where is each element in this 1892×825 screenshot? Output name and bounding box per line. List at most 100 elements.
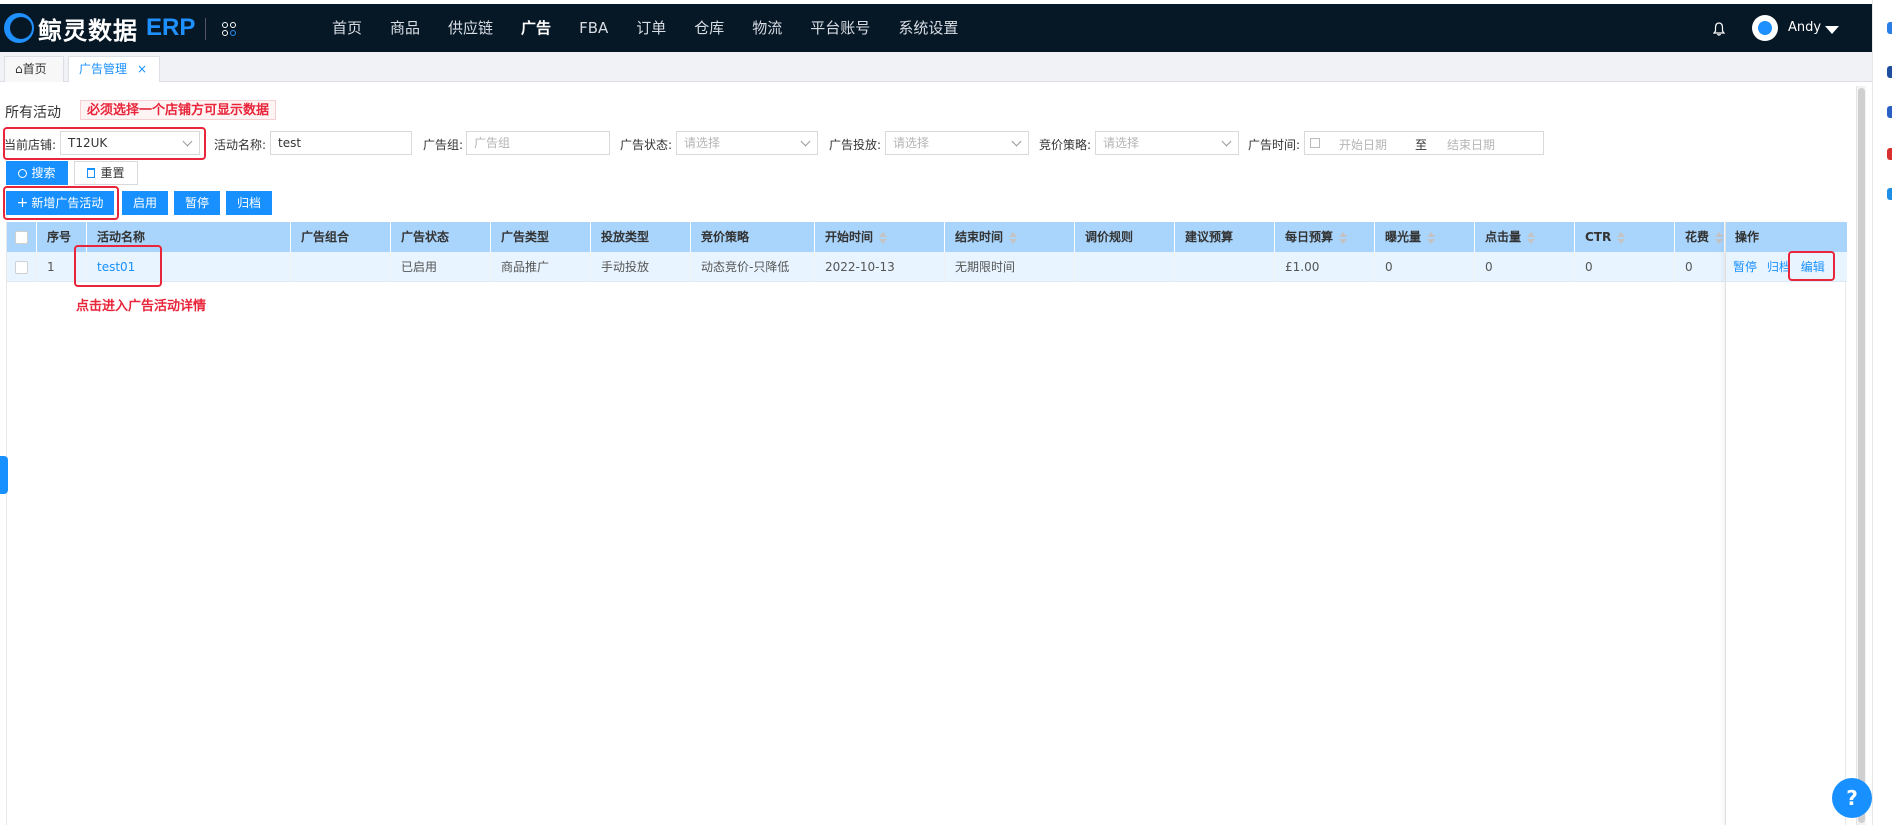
page-title: 所有活动	[5, 105, 61, 121]
cell-bid-strategy: 动态竞价-只降低	[691, 252, 815, 282]
search-button[interactable]: 搜索	[6, 161, 68, 185]
ad-group-input[interactable]: 广告组	[466, 131, 610, 155]
cell-index: 1	[37, 252, 87, 282]
col-bid-strategy: 竞价策略	[691, 222, 815, 252]
side-toolbar	[1872, 0, 1892, 825]
ad-delivery-select[interactable]: 请选择	[885, 131, 1029, 155]
ad-status-placeholder: 请选择	[684, 136, 721, 150]
col-ctr[interactable]: CTR	[1575, 222, 1675, 252]
col-spend[interactable]: 花费	[1675, 222, 1725, 252]
tab-label: 广告管理	[79, 62, 128, 76]
col-campaign-name: 活动名称	[87, 222, 291, 252]
nav-item-home[interactable]: 首页	[318, 4, 376, 52]
chevron-down-icon	[800, 136, 811, 147]
col-end-time-label: 结束时间	[955, 230, 1004, 244]
cell-start-time: 2022-10-13	[815, 252, 945, 282]
sort-icon[interactable]	[1009, 232, 1018, 244]
tab-ad-management[interactable]: 广告管理 ×	[68, 56, 160, 82]
archive-button[interactable]: 归档	[226, 191, 272, 215]
nav-item-platform-accounts[interactable]: 平台账号	[796, 4, 884, 52]
reset-button[interactable]: 重置	[74, 161, 138, 185]
enable-button[interactable]: 启用	[122, 191, 168, 215]
brand-suffix: ERP	[146, 14, 196, 41]
close-icon[interactable]: ×	[137, 62, 147, 76]
select-all-checkbox[interactable]	[15, 231, 28, 244]
campaign-name-link[interactable]: test01	[87, 252, 291, 282]
chevron-down-icon[interactable]	[1825, 26, 1839, 34]
col-start-time[interactable]: 开始时间	[815, 222, 945, 252]
col-end-time[interactable]: 结束时间	[945, 222, 1075, 252]
user-avatar[interactable]	[1752, 15, 1778, 41]
nav-item-products[interactable]: 商品	[376, 4, 434, 52]
date-range-separator: 至	[1415, 138, 1428, 152]
tool-icon[interactable]	[1887, 106, 1892, 118]
scrollbar-thumb[interactable]	[1858, 88, 1865, 823]
start-date-input[interactable]: 开始日期	[1339, 136, 1387, 153]
sort-icon[interactable]	[879, 232, 888, 244]
tab-home[interactable]: ⌂首页	[4, 56, 64, 82]
search-button-label: 搜索	[31, 166, 56, 180]
col-impressions[interactable]: 曝光量	[1375, 222, 1475, 252]
nav-item-ads[interactable]: 广告	[507, 4, 565, 52]
top-navbar: 鲸灵数据 ERP 首页 商品 供应链 广告 FBA 订单 仓库 物流 平台账号 …	[0, 4, 1872, 52]
ad-status-select[interactable]: 请选择	[676, 131, 818, 155]
bid-strategy-label: 竞价策略:	[1039, 138, 1092, 152]
tool-icon[interactable]	[1887, 22, 1892, 34]
col-spend-label: 花费	[1685, 230, 1710, 244]
row-select-cell	[7, 252, 37, 282]
nav-item-logistics[interactable]: 物流	[738, 4, 796, 52]
user-name[interactable]: Andy	[1788, 20, 1821, 35]
tool-icon[interactable]	[1887, 188, 1892, 200]
store-label: 当前店铺:	[4, 138, 57, 152]
campaign-name-input[interactable]: test	[270, 131, 412, 155]
campaign-name-label: 活动名称:	[214, 138, 267, 152]
pause-button[interactable]: 暂停	[174, 191, 220, 215]
ad-delivery-placeholder: 请选择	[893, 136, 930, 150]
col-daily-budget[interactable]: 每日预算	[1275, 222, 1375, 252]
brand-logo[interactable]: 鲸灵数据 ERP	[4, 10, 195, 46]
nav-item-orders[interactable]: 订单	[622, 4, 680, 52]
actions-column-shadow	[1725, 222, 1847, 825]
bid-strategy-select[interactable]: 请选择	[1095, 131, 1239, 155]
nav-item-warehouse[interactable]: 仓库	[680, 4, 738, 52]
sort-icon[interactable]	[1339, 232, 1348, 244]
sidebar-toggle-icon[interactable]	[0, 456, 8, 494]
tool-icon[interactable]	[1887, 148, 1892, 160]
sort-icon[interactable]	[1527, 232, 1536, 244]
col-ad-type: 广告类型	[491, 222, 591, 252]
sort-icon[interactable]	[1427, 232, 1436, 244]
row-checkbox[interactable]	[15, 261, 28, 274]
brand-name: 鲸灵数据	[38, 16, 138, 45]
date-range-picker[interactable]: 开始日期 至 结束日期	[1304, 131, 1544, 155]
cell-suggested-budget	[1175, 252, 1275, 282]
cell-end-time: 无期限时间	[945, 252, 1075, 282]
add-campaign-label: 新增广告活动	[31, 196, 104, 210]
col-delivery-type: 投放类型	[591, 222, 691, 252]
ad-delivery-label: 广告投放:	[829, 138, 882, 152]
cell-ctr: 0	[1575, 252, 1675, 282]
bell-icon[interactable]	[1713, 22, 1725, 36]
whale-logo-icon	[4, 13, 34, 43]
help-icon[interactable]: ?	[1832, 778, 1872, 818]
sort-icon[interactable]	[1617, 232, 1626, 244]
sort-icon[interactable]	[1715, 232, 1724, 244]
apps-icon[interactable]	[222, 22, 238, 38]
ad-group-label: 广告组:	[423, 138, 464, 152]
add-campaign-button[interactable]: + 新增广告活动	[6, 191, 114, 215]
table-row: 1 test01 已启用 商品推广 手动投放 动态竞价-只降低 2022-10-…	[7, 252, 1847, 282]
col-clicks-label: 点击量	[1485, 230, 1522, 244]
nav-item-system-settings[interactable]: 系统设置	[884, 4, 972, 52]
cell-delivery-type: 手动投放	[591, 252, 691, 282]
store-select[interactable]: T12UK	[60, 131, 200, 155]
end-date-input[interactable]: 结束日期	[1447, 136, 1495, 153]
col-suggested-budget: 建议预算	[1175, 222, 1275, 252]
annotation-text: 点击进入广告活动详情	[76, 299, 207, 314]
nav-item-supply-chain[interactable]: 供应链	[434, 4, 507, 52]
trash-icon	[87, 168, 96, 178]
tool-icon[interactable]	[1887, 66, 1892, 78]
nav-item-fba[interactable]: FBA	[565, 4, 622, 52]
col-clicks[interactable]: 点击量	[1475, 222, 1575, 252]
vertical-scrollbar[interactable]	[1856, 86, 1866, 825]
chevron-down-icon	[1011, 136, 1022, 147]
col-daily-budget-label: 每日预算	[1285, 230, 1334, 244]
